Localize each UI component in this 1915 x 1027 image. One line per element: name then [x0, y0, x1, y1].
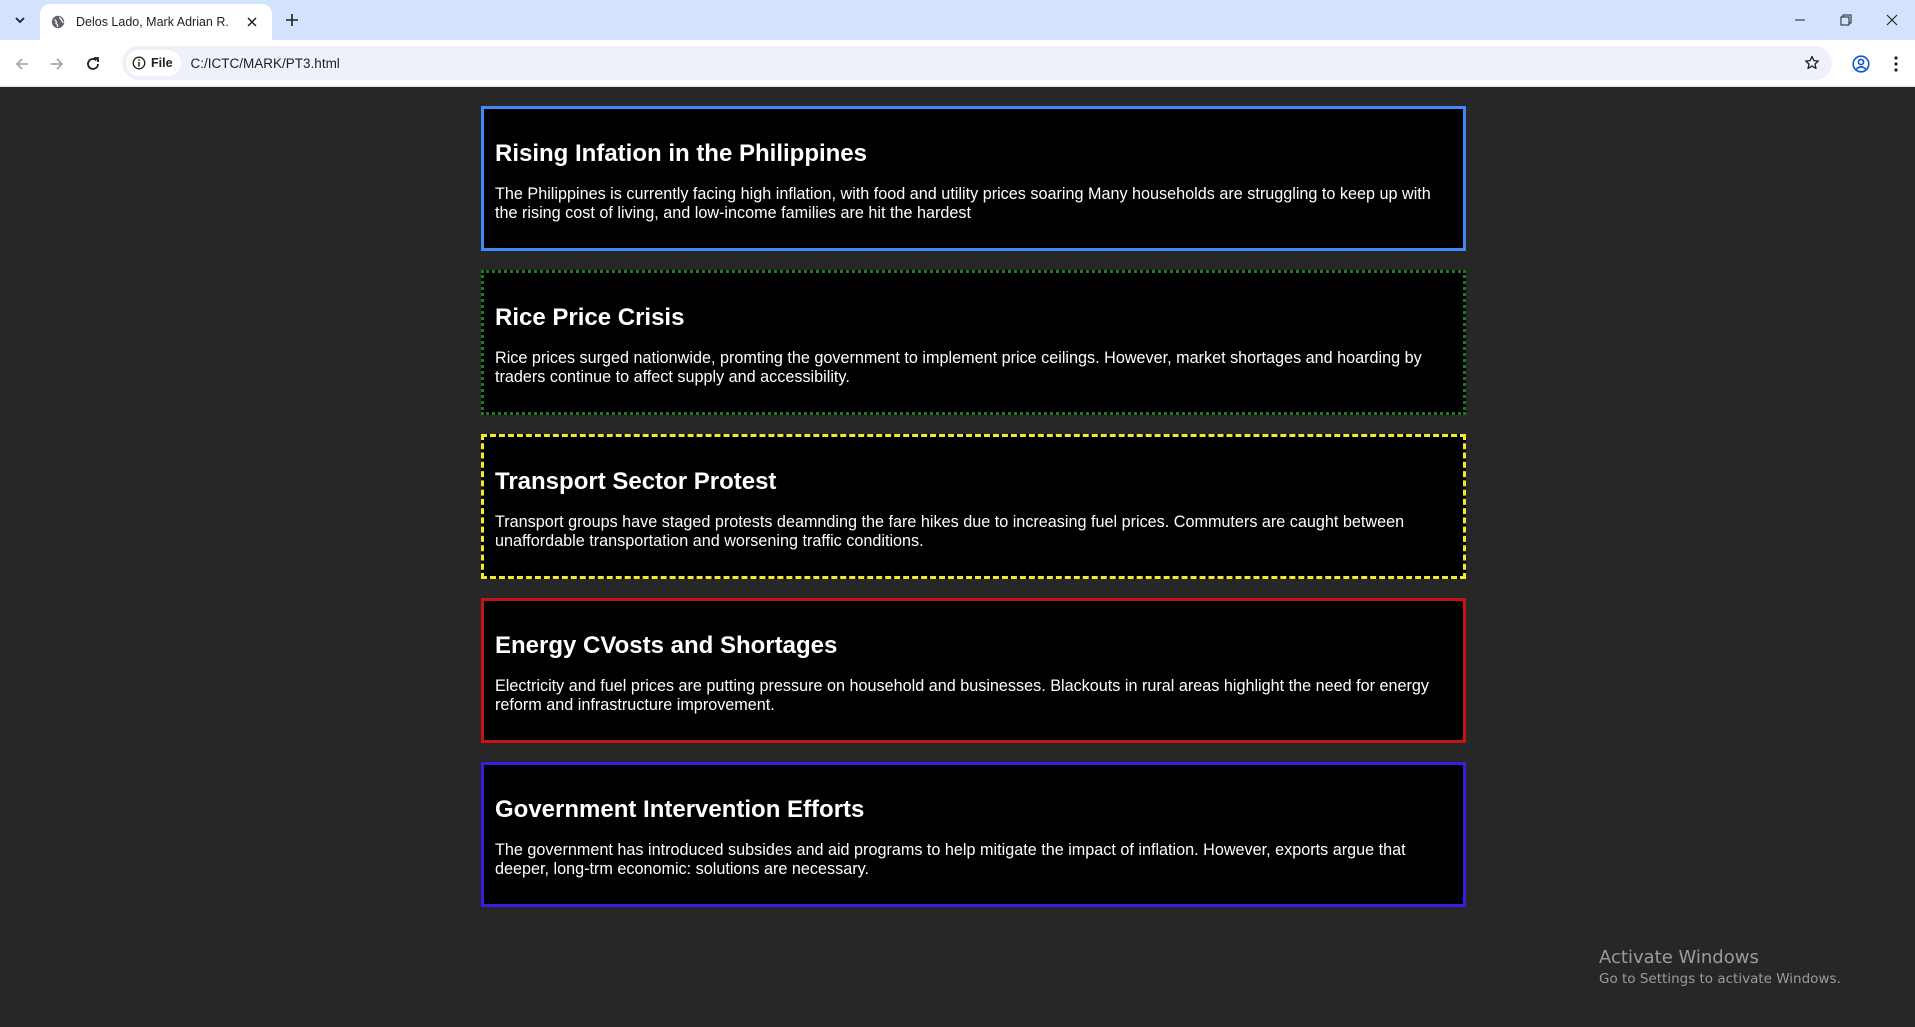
article-title: Energy CVosts and Shortages: [495, 632, 838, 659]
article-card: Rice Price Crisis Rice prices surged nat…: [481, 270, 1466, 415]
close-window-button[interactable]: [1869, 0, 1915, 40]
tab-strip: Delos Lado, Mark Adrian R.: [0, 0, 1915, 40]
article-title: Rising Infation in the Philippines: [495, 140, 867, 167]
article-body: The government has introduced subsides a…: [495, 841, 1406, 878]
site-info-chip[interactable]: File: [126, 50, 181, 76]
window-controls: [1777, 0, 1915, 40]
address-bar[interactable]: File C:/ICTC/MARK/PT3.html: [122, 46, 1832, 80]
restore-button[interactable]: [1823, 0, 1869, 40]
tab-search-button[interactable]: [8, 8, 32, 32]
article-card: Rising Infation in the Philippines The P…: [481, 106, 1466, 251]
watermark-subtitle: Go to Settings to activate Windows.: [1599, 971, 1841, 987]
chevron-down-icon: [15, 17, 25, 24]
restore-icon: [1840, 14, 1852, 26]
article-card: Transport Sector Protest Transport group…: [481, 434, 1466, 579]
url-text[interactable]: C:/ICTC/MARK/PT3.html: [191, 56, 1798, 71]
article-title: Government Intervention Efforts: [495, 796, 865, 823]
more-vertical-icon: [1894, 56, 1898, 72]
article-title: Rice Price Crisis: [495, 304, 685, 331]
article-title: Transport Sector Protest: [495, 468, 777, 495]
info-icon: [132, 56, 146, 70]
watermark-title: Activate Windows: [1599, 947, 1759, 968]
reload-icon: [87, 57, 99, 70]
windows-activation-watermark: Activate Windows Go to Settings to activ…: [1599, 947, 1841, 989]
back-button[interactable]: [8, 50, 36, 78]
article-card: Government Intervention Efforts The gove…: [481, 762, 1466, 907]
article-list: Rising Infation in the Philippines The P…: [481, 106, 1466, 926]
new-tab-button[interactable]: [280, 8, 304, 32]
tab-close-button[interactable]: [242, 12, 262, 32]
profile-button[interactable]: [1847, 50, 1875, 78]
close-icon: [247, 17, 257, 27]
active-tab[interactable]: Delos Lado, Mark Adrian R.: [40, 4, 272, 40]
arrow-left-icon: [15, 58, 28, 70]
arrow-right-icon: [51, 58, 64, 70]
globe-icon: [50, 14, 66, 30]
article-body: Electricity and fuel prices are putting …: [495, 677, 1430, 714]
forward-button[interactable]: [43, 50, 71, 78]
minimize-icon: [1795, 19, 1805, 21]
minimize-button[interactable]: [1777, 0, 1823, 40]
browser-toolbar: File C:/ICTC/MARK/PT3.html: [0, 40, 1915, 87]
article-body: The Philippines is currently facing high…: [495, 185, 1431, 222]
close-icon: [1886, 14, 1898, 26]
bookmark-button[interactable]: [1798, 49, 1826, 77]
page-viewport: Rising Infation in the Philippines The P…: [0, 87, 1915, 1027]
article-body: Rice prices surged nationwide, promting …: [495, 349, 1422, 386]
tab-title: Delos Lado, Mark Adrian R.: [76, 15, 229, 29]
profile-icon: [1852, 55, 1870, 73]
star-icon: [1805, 55, 1819, 70]
browser-menu-button[interactable]: [1882, 50, 1910, 78]
article-body: Transport groups have staged protests de…: [495, 513, 1405, 550]
article-card: Energy CVosts and Shortages Electricity …: [481, 598, 1466, 743]
site-info-label: File: [151, 56, 173, 70]
plus-icon: [286, 14, 298, 26]
reload-button[interactable]: [79, 50, 107, 78]
